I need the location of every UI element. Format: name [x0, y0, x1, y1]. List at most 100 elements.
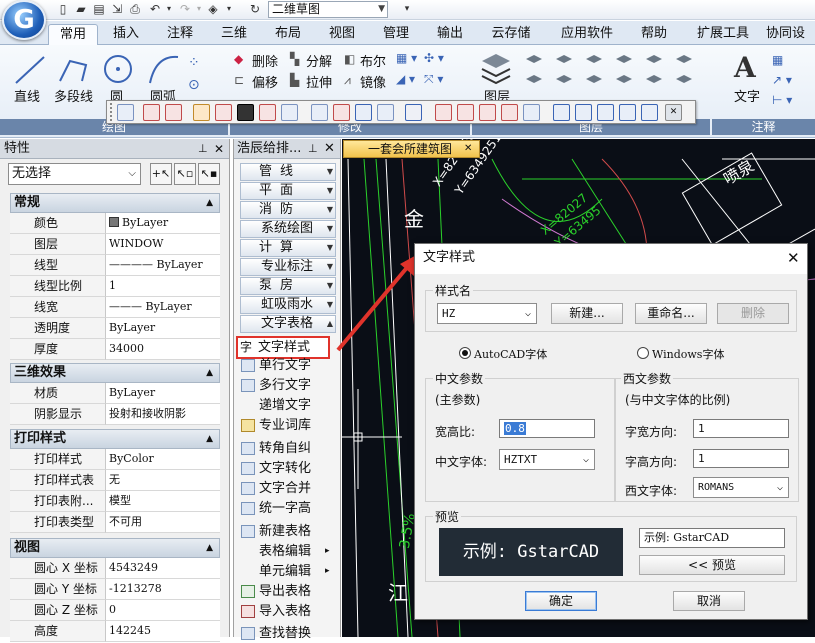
tool-icon-3[interactable]	[165, 104, 182, 121]
stretch-button[interactable]: 拉伸	[306, 72, 332, 91]
prop-row[interactable]: 打印表附... 模型	[10, 491, 220, 512]
section-view[interactable]: 视图 ▲	[10, 538, 220, 558]
customize-qa-icon[interactable]: ▾	[400, 2, 414, 16]
explode-button[interactable]: 分解	[306, 51, 332, 70]
erase-button[interactable]: 删除	[252, 51, 278, 70]
prop-row[interactable]: 圆心 Z 坐标 0	[10, 600, 220, 621]
tool-icon-23[interactable]	[641, 104, 658, 121]
tab-apps[interactable]: 应用软件	[552, 24, 622, 45]
palette-cat-text-table[interactable]: 文字表格 ▲	[240, 315, 336, 333]
tab-cloud[interactable]: 云存储	[482, 24, 540, 45]
new-file-icon[interactable]: ▯	[56, 2, 70, 16]
tab-layout[interactable]: 布局	[266, 24, 310, 45]
tab-view[interactable]: 视图	[320, 24, 364, 45]
palette-item-cell-edit[interactable]: 单元编辑 ▸	[239, 562, 339, 581]
save-icon[interactable]: ▤	[92, 2, 106, 16]
tool-icon-15[interactable]	[457, 104, 474, 121]
redo-icon[interactable]: ↷	[178, 2, 192, 16]
autocad-font-radio[interactable]	[459, 347, 471, 359]
prop-row[interactable]: 材质 ByLayer	[10, 383, 220, 404]
prop-row[interactable]: 高度 142245	[10, 621, 220, 642]
tab-extend[interactable]: 扩展工具	[688, 24, 758, 45]
palette-item-import-table[interactable]: 导入表格	[239, 602, 339, 621]
fillet-icon[interactable]: ◢ ▾	[396, 72, 415, 86]
tool-icon-13[interactable]	[405, 104, 422, 121]
circle-icon[interactable]	[100, 51, 136, 87]
grid-icon[interactable]: ⁘	[188, 55, 200, 71]
polyline-button[interactable]: 多段线	[54, 86, 93, 105]
tab-help[interactable]: 帮助	[632, 24, 676, 45]
prop-row[interactable]: 线宽 ——— ByLayer	[10, 297, 220, 318]
offset-button[interactable]: 偏移	[252, 72, 278, 91]
palette-item-text-convert[interactable]: 文字转化	[239, 459, 339, 478]
tool-icon-7[interactable]	[259, 104, 276, 121]
palette-cat-pipe[interactable]: 管线 ▼	[240, 163, 336, 181]
selection-dropdown[interactable]: 无选择 ⌵	[8, 163, 141, 185]
palette-cat-plan[interactable]: 平面 ▼	[240, 182, 336, 200]
char-height-input[interactable]: 1	[693, 449, 789, 468]
prop-row[interactable]: 打印表类型 不可用	[10, 512, 220, 533]
palette-cat-siphon[interactable]: 虹吸雨水 ▼	[240, 296, 336, 314]
mirror-button[interactable]: 镜像	[360, 72, 386, 91]
palette-item-text-merge[interactable]: 文字合并	[239, 479, 339, 498]
char-width-input[interactable]: 1	[693, 419, 789, 438]
tab-collab[interactable]: 协同设	[766, 24, 815, 45]
tool-icon-21[interactable]	[597, 104, 614, 121]
close-icon[interactable]: ✕	[787, 244, 800, 272]
palette-item-angle-fix[interactable]: 转角自纠	[239, 439, 339, 458]
tool-icon-1[interactable]	[117, 104, 134, 121]
palette-item-unify-height[interactable]: 统一字高	[239, 499, 339, 518]
document-tab[interactable]: 一套会所建筑图 ✕	[343, 140, 480, 158]
tool-icon-22[interactable]	[619, 104, 636, 121]
tool-icon-2[interactable]	[143, 104, 160, 121]
palette-item-export-table[interactable]: 导出表格	[239, 582, 339, 601]
tool-icon-14[interactable]	[435, 104, 452, 121]
prop-row[interactable]: 打印样式 ByColor	[10, 449, 220, 470]
text-button[interactable]: 文字	[734, 86, 760, 105]
tab-output[interactable]: 输出	[428, 24, 472, 45]
prop-row[interactable]: 线型比例 1	[10, 276, 220, 297]
tool-icon-12[interactable]	[377, 104, 394, 121]
section-general[interactable]: 常规 ▲	[10, 193, 220, 213]
dimension-icon[interactable]: ⊢ ▾	[772, 93, 792, 107]
line-button[interactable]: 直线	[14, 86, 40, 105]
workspace-select[interactable]: 二维草图 ▼	[268, 1, 388, 18]
prop-row[interactable]: 圆心 Y 坐标 -1213278	[10, 579, 220, 600]
tool-icon-18[interactable]	[523, 104, 540, 121]
polyline-icon[interactable]	[56, 51, 92, 87]
palette-cat-system[interactable]: 系统绘图 ▼	[240, 220, 336, 238]
layer-tools-icons[interactable]	[520, 53, 710, 93]
prop-row[interactable]: 线型 ———— ByLayer	[10, 255, 220, 276]
ok-button[interactable]: 确定	[525, 591, 597, 611]
pin-icon[interactable]: ⊥	[198, 139, 208, 159]
tab-3d[interactable]: 三维	[212, 24, 256, 45]
section-print[interactable]: 打印样式 ▲	[10, 429, 220, 449]
tool-icon-9[interactable]	[311, 104, 328, 121]
prop-row[interactable]: 颜色 ByLayer	[10, 213, 220, 234]
undo-icon[interactable]: ↶	[148, 2, 162, 16]
redo-dropdown-icon[interactable]: ▾	[192, 2, 206, 16]
select-objects-icon[interactable]: ↖▫	[174, 163, 196, 185]
refresh-icon[interactable]: ↻	[248, 2, 262, 16]
prop-row[interactable]: 透明度 ByLayer	[10, 318, 220, 339]
ratio-input[interactable]: 0.8	[499, 419, 595, 438]
palette-item-single-text[interactable]: 单行文字	[239, 356, 339, 375]
rotate-icon[interactable]: ✣ ▾	[424, 51, 444, 65]
tool-icon-19[interactable]	[553, 104, 570, 121]
tool-icon-6[interactable]	[237, 104, 254, 121]
table-icon[interactable]: ▦	[772, 53, 783, 67]
arc-icon[interactable]	[146, 51, 182, 87]
cn-font-select[interactable]: HZTXT ⌵	[499, 449, 595, 470]
style-name-select[interactable]: HZ ⌵	[437, 303, 537, 324]
tool-icon-17[interactable]	[501, 104, 518, 121]
preview-button[interactable]: << 预览	[639, 555, 785, 575]
palette-item-multi-text[interactable]: 多行文字	[239, 376, 339, 395]
windows-font-radio[interactable]	[637, 347, 649, 359]
print-icon[interactable]: ⎙	[128, 2, 142, 16]
line-icon[interactable]	[10, 51, 50, 87]
close-icon[interactable]: ✕	[464, 141, 472, 157]
prop-row[interactable]: 圆心 X 坐标 4543249	[10, 558, 220, 579]
section-3d[interactable]: 三维效果 ▲	[10, 363, 220, 383]
prop-row[interactable]: 图层 WINDOW	[10, 234, 220, 255]
leader-icon[interactable]: ↗ ▾	[772, 73, 792, 87]
